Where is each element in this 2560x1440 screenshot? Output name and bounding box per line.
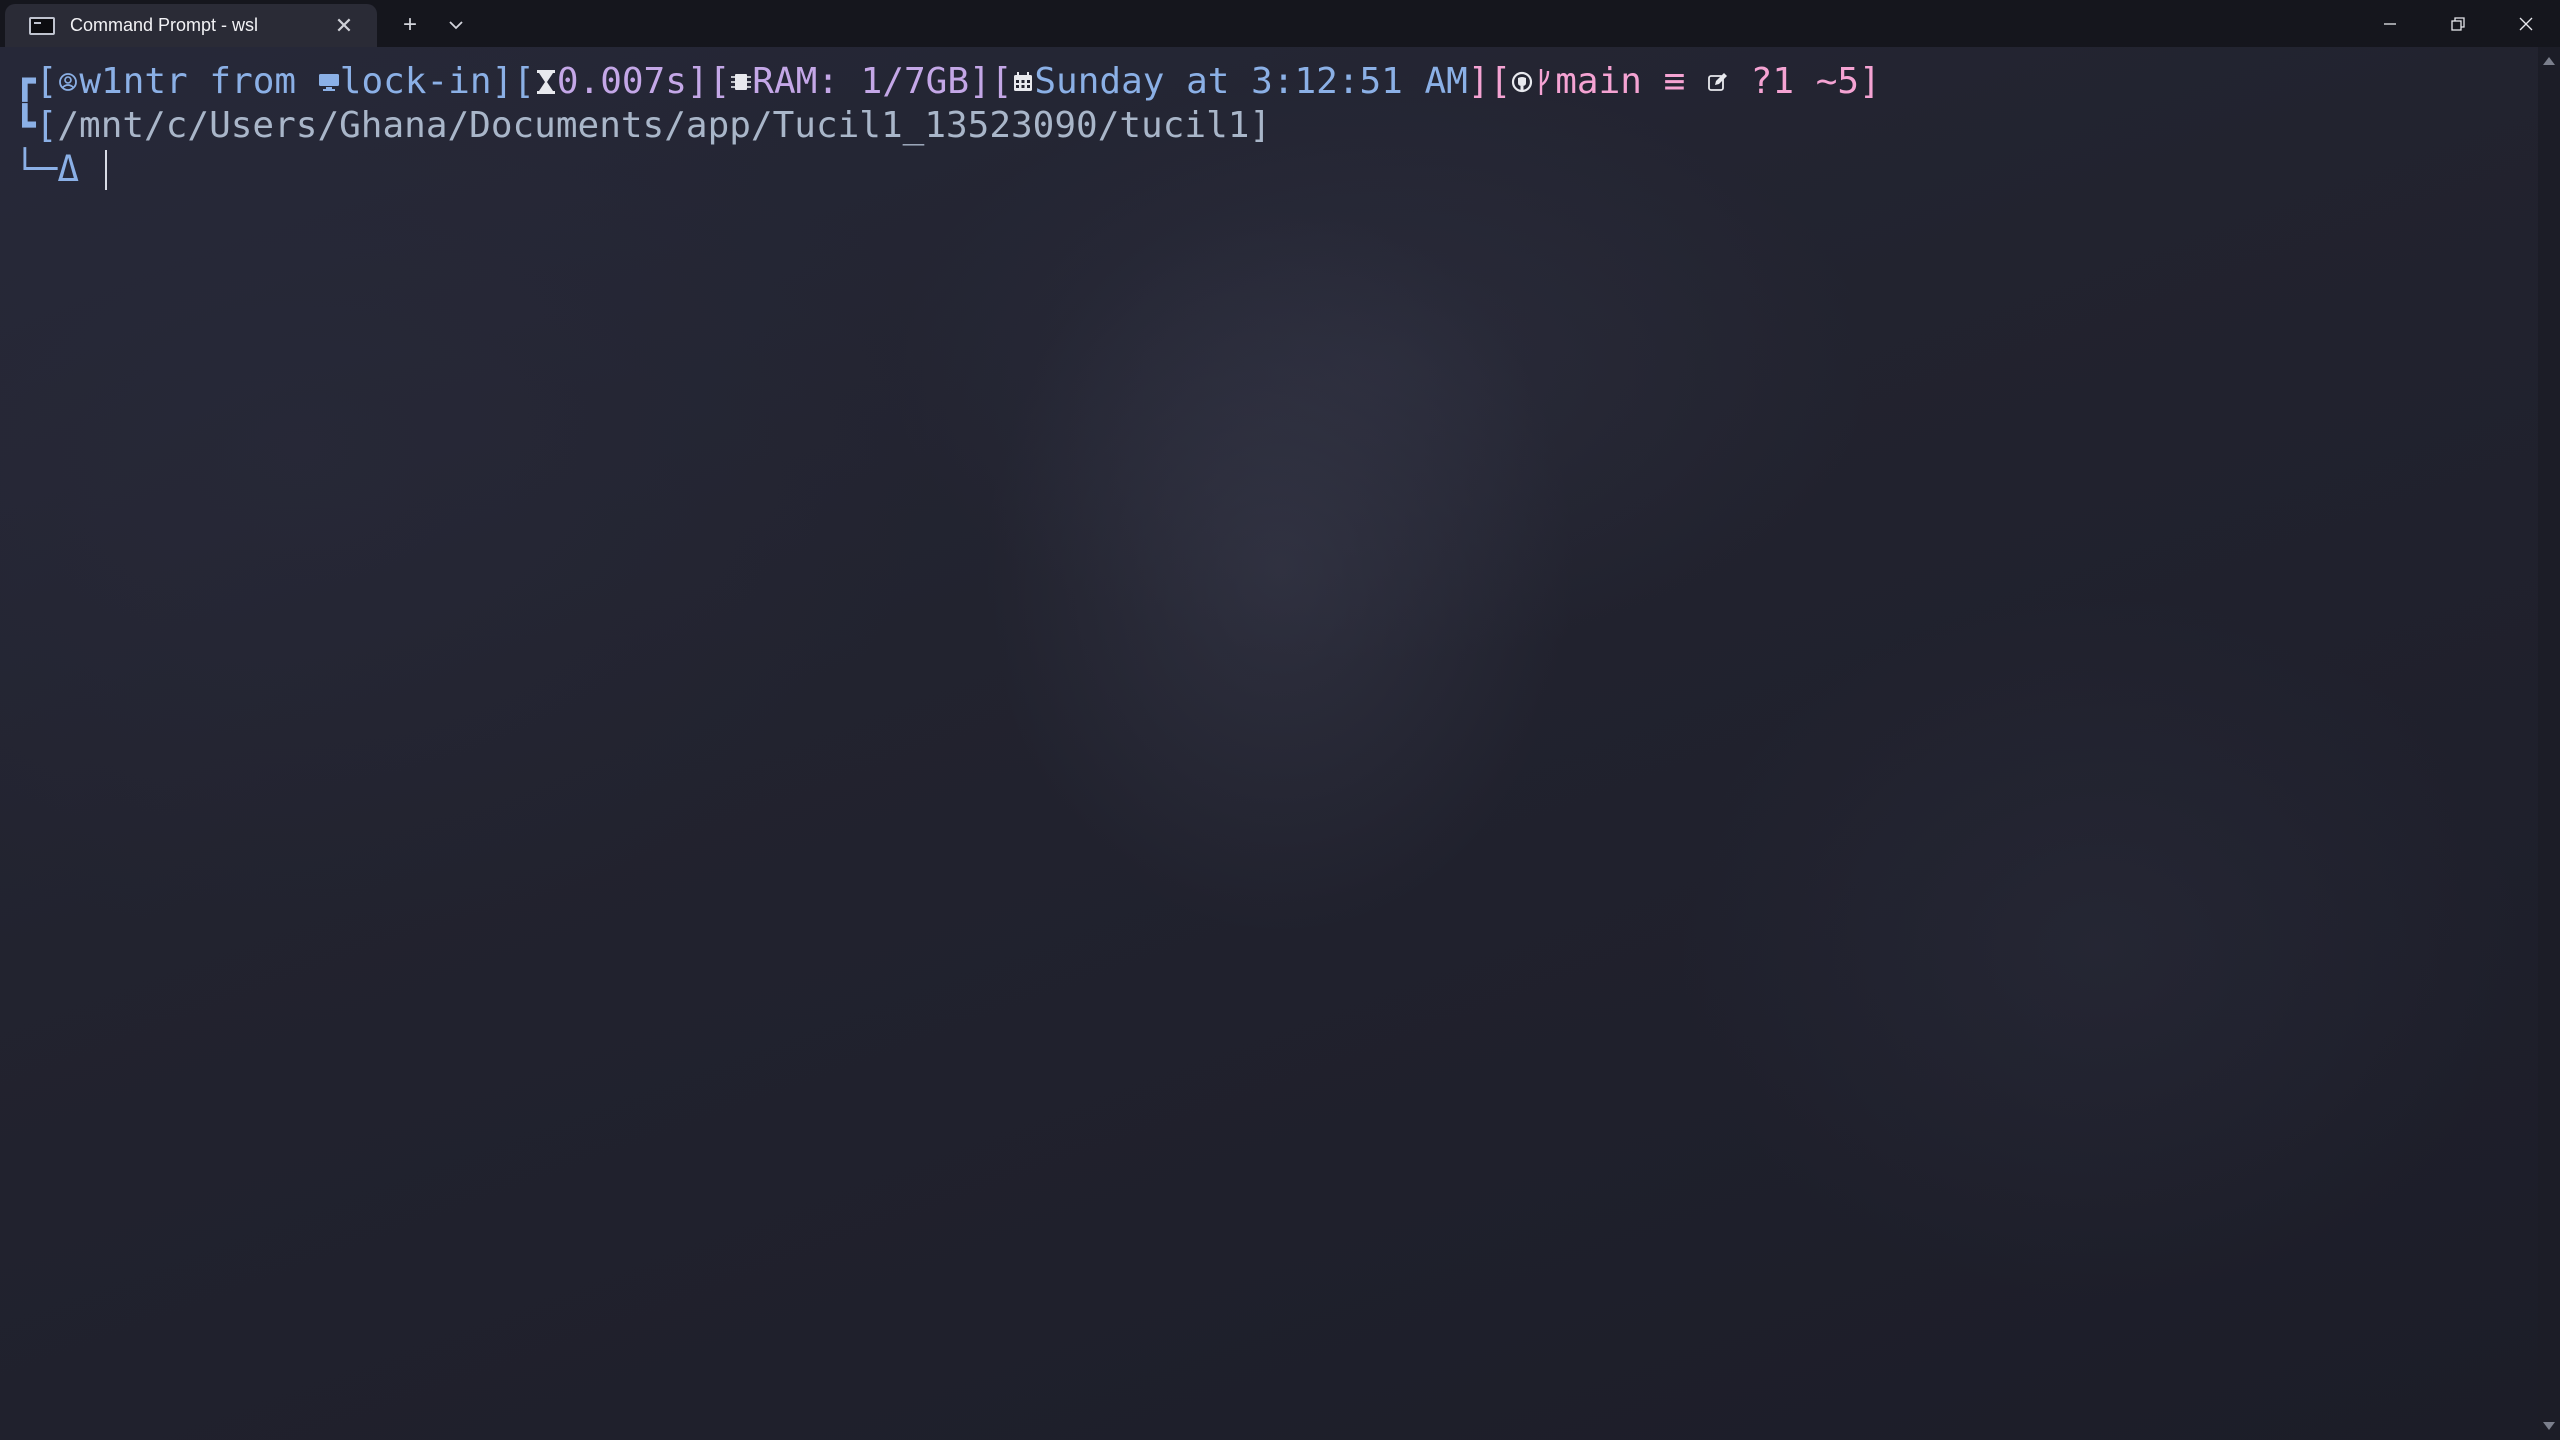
close-button[interactable] bbox=[2492, 0, 2560, 47]
prompt-datetime: Sunday at 3:12:51 AM bbox=[1034, 61, 1468, 102]
text-cursor[interactable] bbox=[104, 150, 107, 190]
prompt-duration: 0.007s bbox=[556, 61, 687, 102]
prompt-separator-1: ][ bbox=[491, 61, 535, 102]
prompt-frame-open: ┏[ bbox=[14, 61, 58, 102]
terminal-icon bbox=[29, 16, 55, 35]
prompt-close-bracket: ] bbox=[1859, 61, 1881, 102]
tab-dropdown-button[interactable] bbox=[433, 5, 479, 45]
scroll-down-icon[interactable] bbox=[2543, 1422, 2555, 1430]
restore-icon bbox=[2451, 16, 2465, 31]
git-status-equal: ≡ bbox=[1663, 61, 1686, 102]
new-tab-button[interactable]: + bbox=[387, 5, 433, 45]
prompt-arrow: └─Δ bbox=[14, 149, 80, 190]
prompt-separator-4: ][ bbox=[1467, 61, 1512, 102]
git-status-symbol: ≡ bbox=[1642, 60, 1707, 104]
prompt-from-text: from bbox=[187, 61, 318, 102]
prompt-line-1: ┏[ w1ntr from lock-in ][ 0.007s ][ RAM: … bbox=[14, 60, 2538, 104]
git-branch-icon bbox=[1533, 64, 1555, 100]
prompt-separator-2: ][ bbox=[686, 61, 731, 102]
prompt-line-2: ┗[/mnt/c/Users/Ghana/Documents/app/Tucil… bbox=[14, 104, 2538, 148]
prompt-separator-3: ][ bbox=[969, 61, 1013, 102]
scrollbar[interactable] bbox=[2538, 47, 2560, 1440]
prompt-frame-mid: ┗[ bbox=[14, 105, 58, 146]
current-directory-path: /mnt/c/Users/Ghana/Documents/app/Tucil1_… bbox=[57, 105, 1250, 146]
minimize-button[interactable] bbox=[2356, 0, 2424, 47]
scroll-up-icon[interactable] bbox=[2543, 57, 2555, 65]
git-changes-text: ?1 ~5 bbox=[1750, 61, 1860, 102]
git-branch-name: main bbox=[1555, 61, 1642, 102]
restore-button[interactable] bbox=[2424, 0, 2492, 47]
window-controls bbox=[2356, 0, 2560, 47]
prompt-username: w1ntr bbox=[79, 61, 188, 102]
hourglass-icon bbox=[535, 64, 557, 100]
tab-command-prompt[interactable]: Command Prompt - wsl ✕ bbox=[5, 4, 377, 47]
calendar-icon bbox=[1012, 64, 1034, 100]
tab-title: Command Prompt - wsl bbox=[70, 15, 259, 35]
memory-chip-icon bbox=[730, 64, 752, 100]
prompt-ram: RAM: 1/7GB bbox=[752, 61, 970, 102]
prompt-hostname: lock-in bbox=[339, 61, 492, 102]
git-changes: ?1 ~5 bbox=[1729, 60, 1859, 104]
chevron-down-icon bbox=[449, 21, 463, 30]
terminal-output[interactable]: ┏[ w1ntr from lock-in ][ 0.007s ][ RAM: … bbox=[0, 47, 2538, 1440]
user-circle-icon bbox=[57, 64, 79, 100]
monitor-icon bbox=[318, 64, 340, 100]
github-icon bbox=[1511, 64, 1533, 100]
prompt-line-3[interactable]: └─Δ bbox=[14, 148, 2538, 192]
minimize-icon bbox=[2384, 22, 2396, 25]
title-bar: Command Prompt - wsl ✕ + bbox=[0, 0, 2560, 47]
path-close-bracket: ] bbox=[1249, 105, 1272, 146]
close-icon bbox=[2519, 17, 2533, 30]
edit-icon bbox=[1707, 64, 1729, 100]
tab-close-button[interactable]: ✕ bbox=[327, 9, 361, 43]
